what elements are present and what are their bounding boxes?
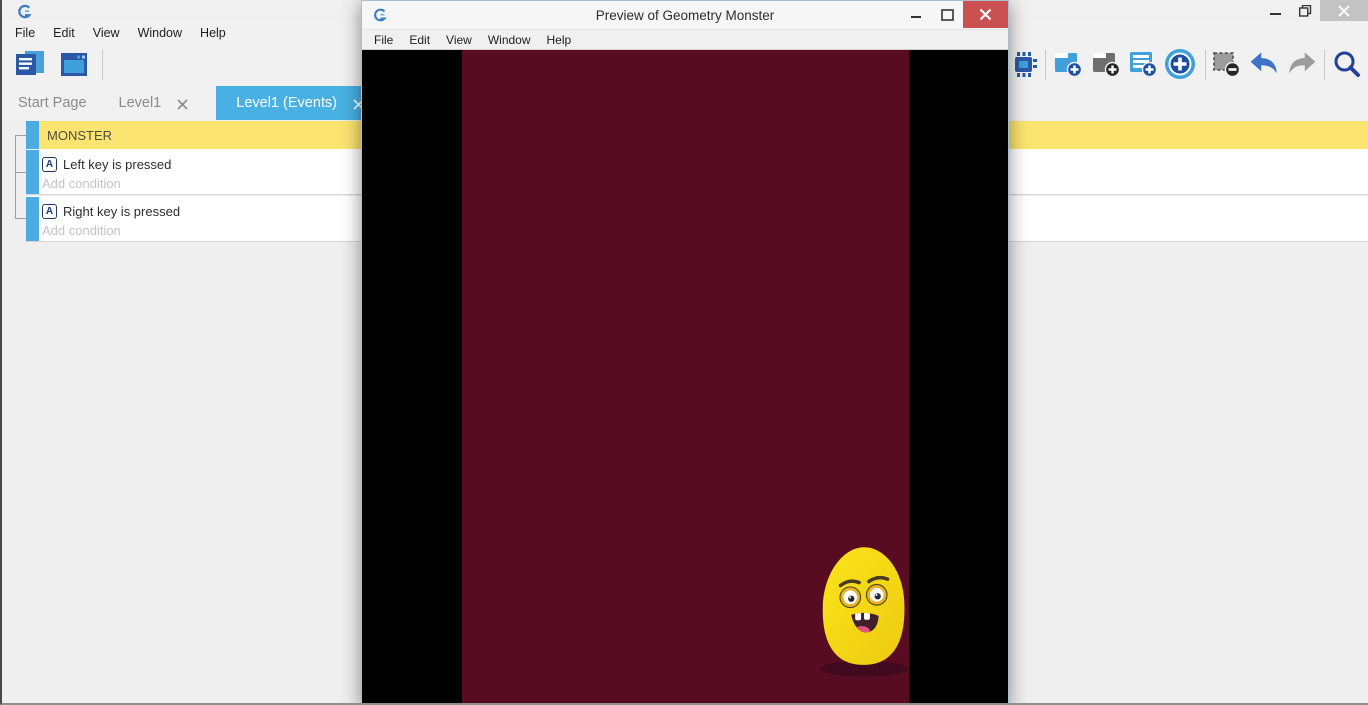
- tree-branch: [15, 218, 26, 219]
- delete-event-icon[interactable]: [1211, 50, 1241, 78]
- toolbar-separator: [1205, 50, 1206, 80]
- menu-view[interactable]: View: [84, 24, 129, 42]
- preview-titlebar[interactable]: Preview of Geometry Monster: [362, 1, 1008, 29]
- menu-window[interactable]: Window: [129, 24, 191, 42]
- preview-menubar: File Edit View Window Help: [362, 29, 1008, 50]
- preview-window-controls: [901, 1, 1008, 28]
- add-subevent-icon[interactable]: [1091, 50, 1121, 78]
- toolbar-separator: [102, 50, 103, 80]
- minimize-button[interactable]: [901, 1, 932, 28]
- keyboard-key-icon: A: [42, 204, 57, 219]
- menu-file[interactable]: File: [6, 24, 44, 42]
- condition-text: Right key is pressed: [63, 204, 180, 219]
- monster-character: [815, 539, 913, 681]
- open-events-list-icon[interactable]: [12, 48, 48, 80]
- tab-start-page[interactable]: Start Page: [2, 86, 103, 120]
- event-group-label: MONSTER: [47, 128, 112, 143]
- search-icon[interactable]: [1332, 49, 1362, 79]
- preview-window: Preview of Geometry Monster File Edit Vi…: [361, 0, 1009, 705]
- game-canvas[interactable]: [362, 50, 1008, 704]
- close-button[interactable]: [963, 1, 1008, 28]
- gdevelop-logo-icon: [16, 3, 33, 20]
- tab-label: Start Page: [18, 95, 87, 111]
- main-window-controls: [1260, 0, 1368, 21]
- menu-view[interactable]: View: [438, 32, 480, 48]
- menu-help[interactable]: Help: [539, 32, 580, 48]
- gdevelop-main-window: File Edit View Window Help: [0, 0, 1368, 705]
- maximize-button[interactable]: [932, 1, 963, 28]
- menu-file[interactable]: File: [366, 32, 401, 48]
- menu-edit[interactable]: Edit: [401, 32, 438, 48]
- tab-close-icon[interactable]: [177, 98, 188, 109]
- menu-window[interactable]: Window: [480, 32, 539, 48]
- menu-edit[interactable]: Edit: [44, 24, 84, 42]
- event-drag-handle[interactable]: [26, 150, 39, 194]
- main-menubar: File Edit View Window Help: [6, 23, 235, 42]
- tree-branch: [15, 135, 26, 136]
- open-scene-editor-icon[interactable]: [58, 49, 90, 79]
- restore-button[interactable]: [1290, 0, 1320, 21]
- tab-level1-events[interactable]: Level1 (Events): [216, 86, 384, 120]
- tab-label: Level1 (Events): [236, 95, 337, 111]
- keyboard-key-icon: A: [42, 157, 57, 172]
- redo-icon[interactable]: [1287, 51, 1317, 77]
- add-event-icon[interactable]: [1053, 50, 1083, 78]
- tree-branch: [15, 172, 26, 173]
- event-drag-handle[interactable]: [26, 121, 39, 149]
- toolbar-separator: [1045, 50, 1046, 80]
- tab-label: Level1: [119, 95, 162, 111]
- undo-icon[interactable]: [1249, 51, 1279, 77]
- debugger-icon[interactable]: [1010, 49, 1038, 79]
- menu-help[interactable]: Help: [191, 24, 235, 42]
- toolbar-separator: [1324, 50, 1325, 80]
- tab-level1[interactable]: Level1: [103, 86, 205, 120]
- condition-text: Left key is pressed: [63, 157, 171, 172]
- close-button[interactable]: [1320, 0, 1368, 21]
- tree-line: [15, 135, 16, 218]
- minimize-button[interactable]: [1260, 0, 1290, 21]
- add-comment-icon[interactable]: [1128, 50, 1158, 78]
- event-drag-handle[interactable]: [26, 197, 39, 241]
- add-special-event-icon[interactable]: [1164, 48, 1196, 80]
